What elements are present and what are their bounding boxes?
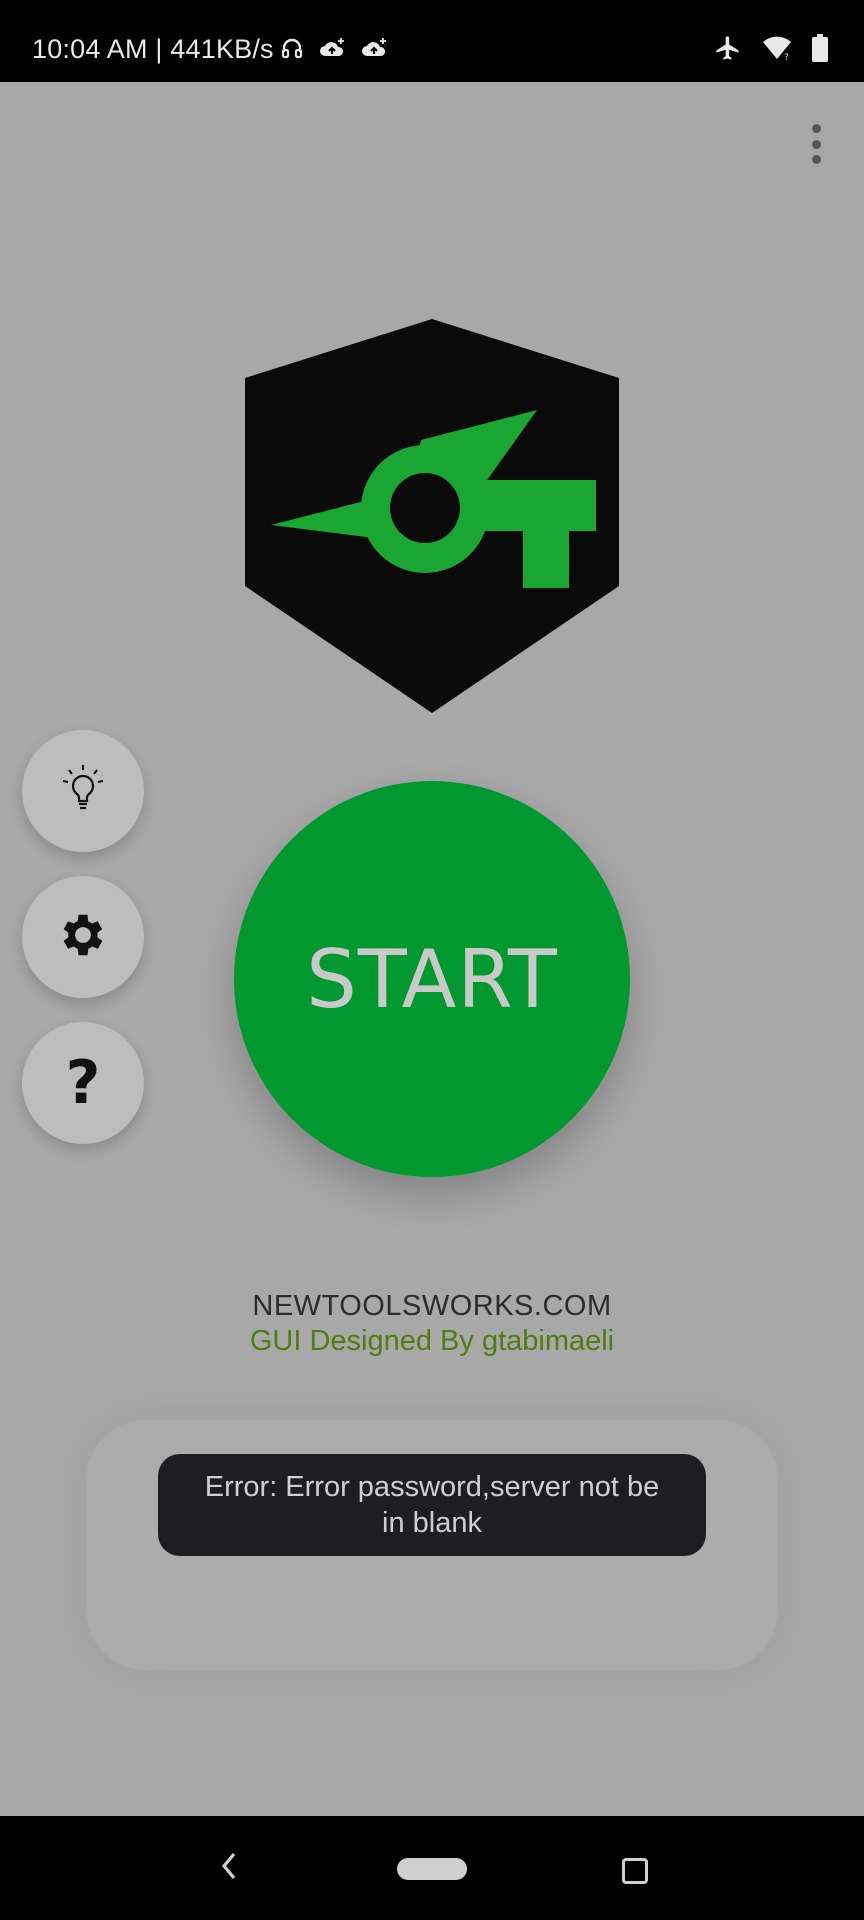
- menu-dot: [811, 139, 821, 149]
- help-button[interactable]: ?: [22, 1022, 144, 1144]
- svg-text:?: ?: [784, 53, 789, 61]
- menu-dot: [811, 124, 821, 133]
- start-button-label: START: [306, 932, 558, 1026]
- site-credit: NEWTOOLSWORKS.COM: [252, 1290, 612, 1322]
- lightbulb-icon: [61, 764, 105, 819]
- navigation-bar: [0, 1816, 864, 1920]
- settings-button[interactable]: [22, 876, 144, 998]
- tips-button[interactable]: [22, 730, 144, 852]
- menu-dot: [811, 155, 821, 164]
- airplane-mode-icon: [714, 34, 742, 67]
- start-button[interactable]: START: [234, 781, 630, 1177]
- headphones-icon: [280, 36, 304, 65]
- more-vert-icon[interactable]: [796, 118, 836, 170]
- home-pill-icon[interactable]: [397, 1858, 467, 1880]
- battery-icon: [812, 34, 828, 67]
- back-icon[interactable]: [218, 1850, 240, 1887]
- status-system-icons: ?: [714, 34, 828, 67]
- gear-icon: [56, 908, 110, 967]
- error-toast: Error: Error password,server not be in b…: [158, 1454, 706, 1556]
- designer-credit: GUI Designed By gtabimaeli: [249, 1325, 615, 1357]
- status-notification-icons: [280, 36, 388, 65]
- status-bar: 10:04 AM | 441KB/s ?: [0, 0, 864, 82]
- help-icon: ?: [65, 1048, 101, 1118]
- status-time-speed: 10:04 AM | 441KB/s: [32, 34, 274, 64]
- wifi-icon: ?: [762, 35, 792, 66]
- app-screen: 10:04 AM | 441KB/s ? ? START NEWTOOLSWOR…: [0, 0, 864, 1920]
- recents-icon[interactable]: [622, 1858, 648, 1884]
- error-toast-message: Error: Error password,server not be in b…: [204, 1471, 660, 1539]
- cloud-upload-icon: [360, 36, 388, 65]
- app-logo: [240, 315, 624, 717]
- cloud-upload-icon: [318, 36, 346, 65]
